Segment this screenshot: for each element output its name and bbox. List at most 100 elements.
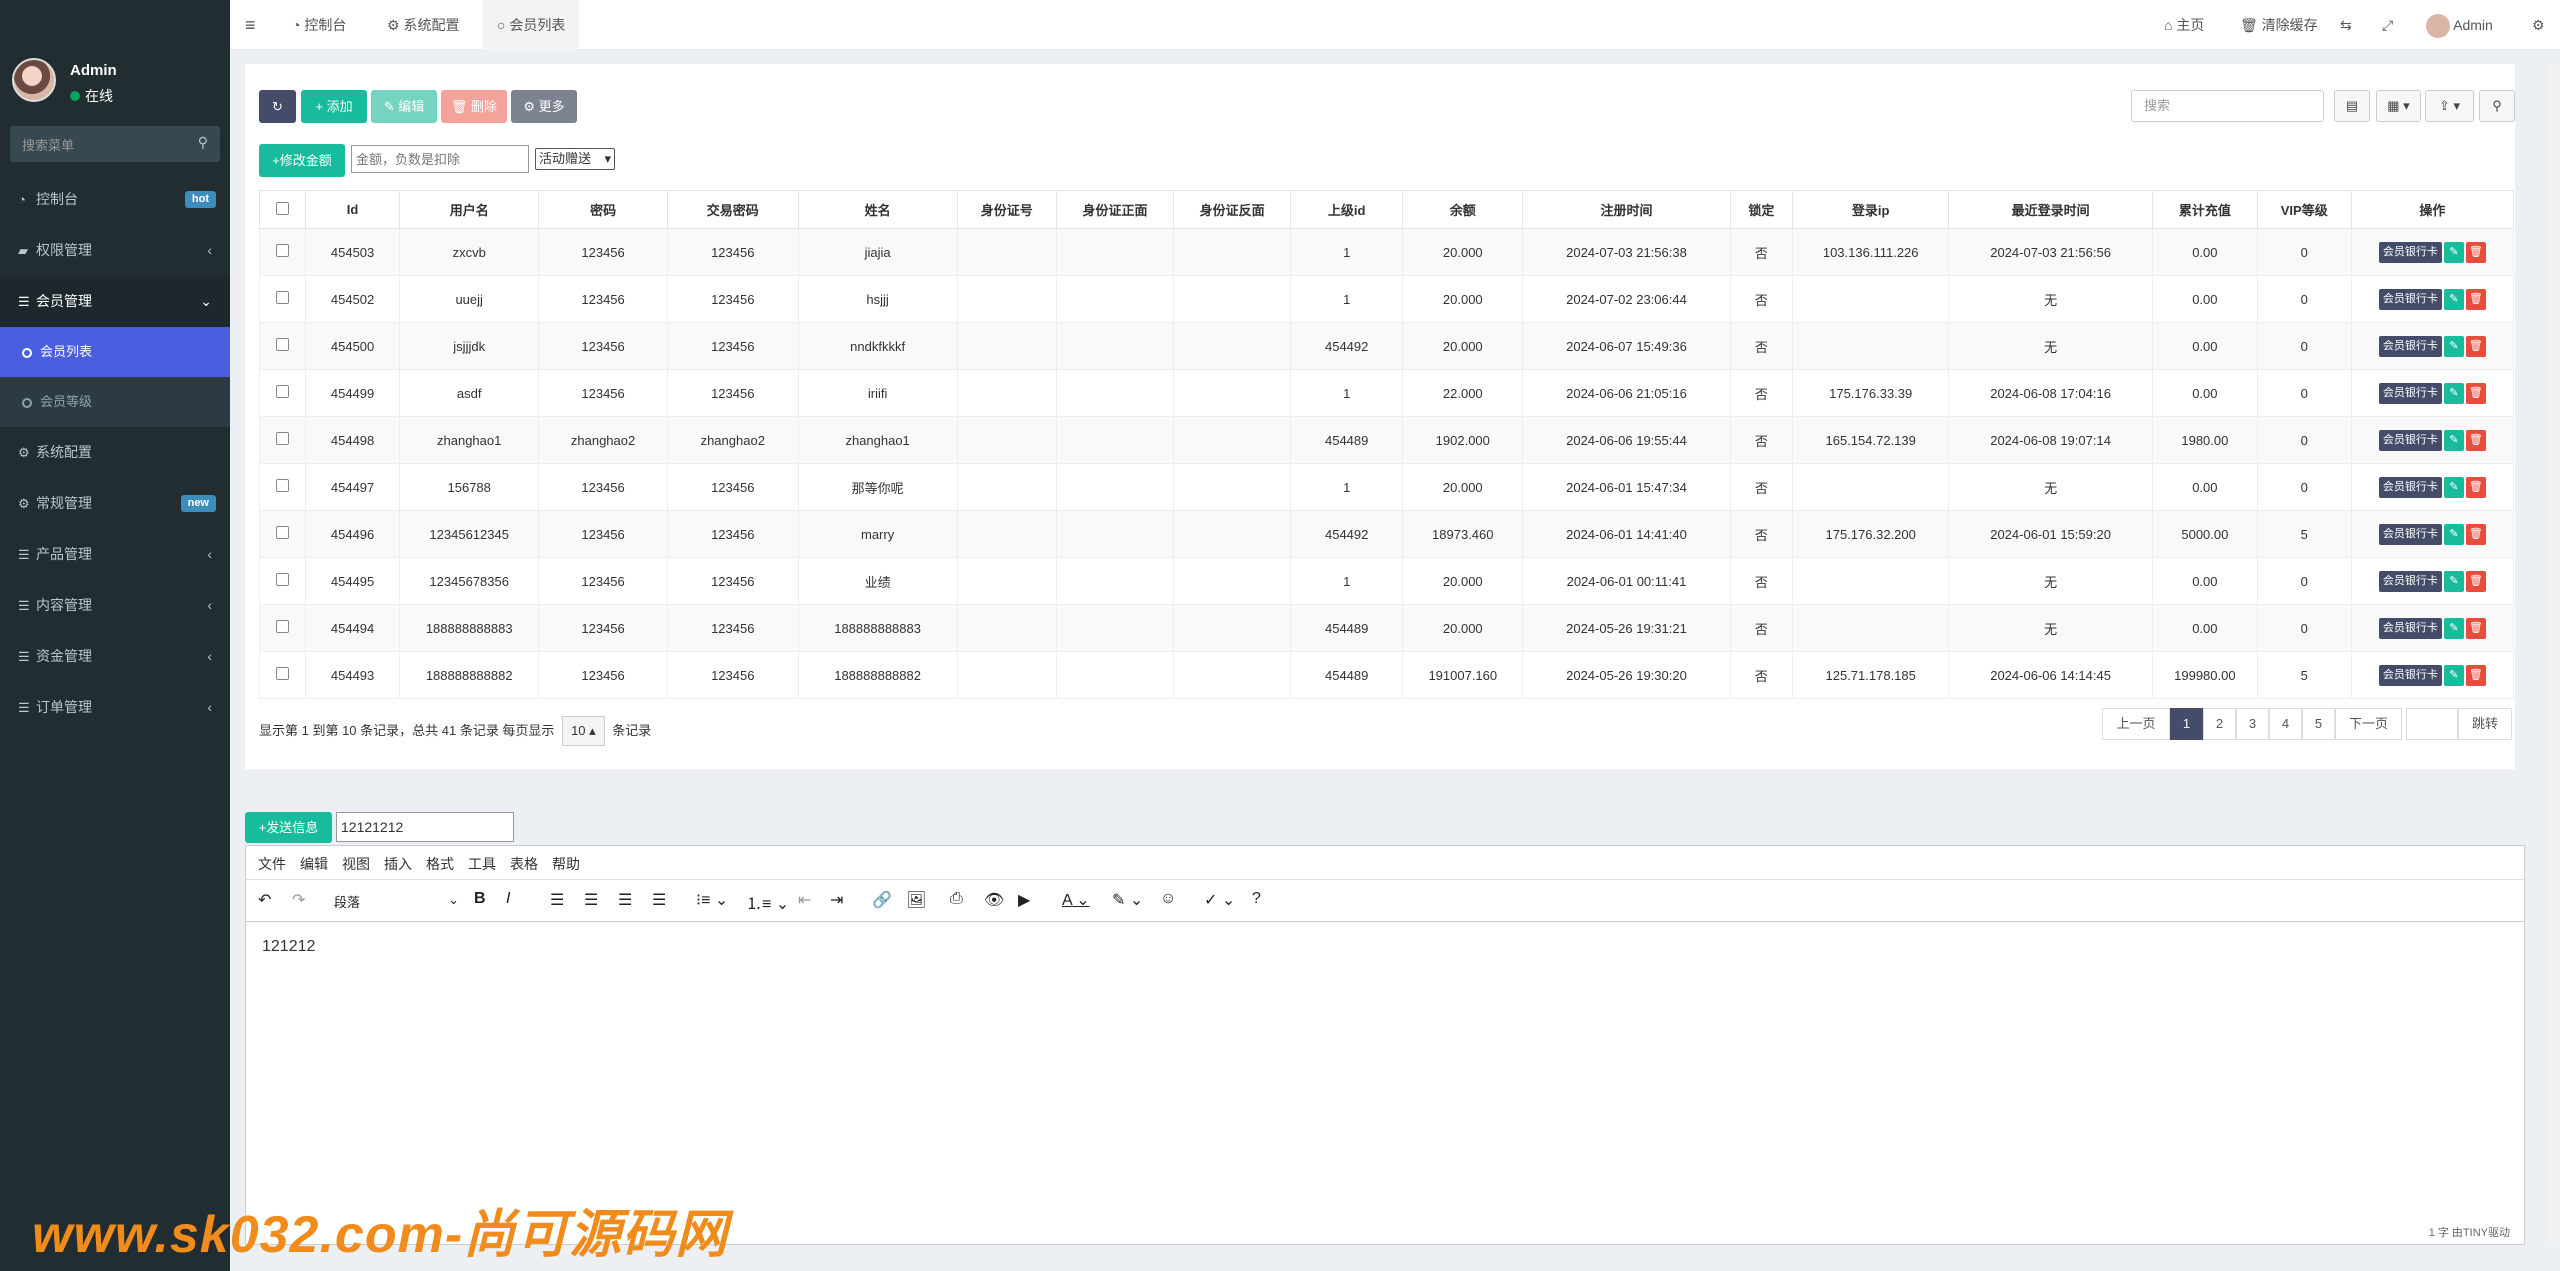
- bank-card-button[interactable]: 会员银行卡: [2378, 476, 2442, 498]
- delete-icon[interactable]: 🗑: [2465, 335, 2486, 357]
- image-icon[interactable]: 🖼: [906, 890, 926, 910]
- advanced-search-icon[interactable]: ⚲: [2479, 90, 2515, 122]
- jump-page-input[interactable]: [2406, 708, 2458, 740]
- sidebar-item-product[interactable]: ☰ 产品管理 ‹: [0, 529, 230, 580]
- search-icon[interactable]: ⚲: [198, 134, 208, 151]
- fullscreen-icon[interactable]: ⤢: [2382, 0, 2393, 50]
- sidebar-item-system-config[interactable]: ⚙ 系统配置: [0, 427, 230, 478]
- delete-icon[interactable]: 🗑: [2465, 664, 2486, 686]
- col-vip-level[interactable]: VIP等级: [2256, 190, 2352, 229]
- media-icon[interactable]: ▶: [1018, 890, 1030, 910]
- col-password[interactable]: 密码: [538, 190, 668, 229]
- col-id-number[interactable]: 身份证号: [956, 190, 1057, 229]
- format-select[interactable]: 段落 ⌄: [334, 892, 459, 911]
- menu-help[interactable]: 帮助: [552, 856, 580, 872]
- highlight-icon[interactable]: ✎ ⌄: [1112, 890, 1143, 910]
- col-parent-id[interactable]: 上级id: [1290, 190, 1404, 229]
- home-link[interactable]: ⌂ 主页: [2164, 0, 2204, 50]
- bank-card-button[interactable]: 会员银行卡: [2378, 523, 2442, 545]
- print-icon[interactable]: ⎙: [950, 890, 963, 908]
- edit-icon[interactable]: ✎: [2443, 664, 2464, 686]
- delete-icon[interactable]: 🗑: [2465, 288, 2486, 310]
- justify-icon[interactable]: ☰: [652, 890, 666, 910]
- numbered-list-icon[interactable]: ⒈≡ ⌄: [746, 890, 789, 914]
- text-color-icon[interactable]: A ⌄: [1062, 890, 1090, 910]
- col-locked[interactable]: 锁定: [1729, 190, 1794, 229]
- menu-tools[interactable]: 工具: [468, 856, 496, 872]
- language-icon[interactable]: ⇆: [2340, 0, 2352, 50]
- italic-icon[interactable]: I: [506, 890, 510, 908]
- page-5[interactable]: 5: [2302, 708, 2335, 740]
- editor-content[interactable]: 121212: [246, 922, 2524, 972]
- bank-card-button[interactable]: 会员银行卡: [2378, 335, 2442, 357]
- next-page-button[interactable]: 下一页: [2335, 708, 2402, 740]
- table-row[interactable]: 454502 uuejj 123456 123456 hsjjj 1 20.000 2024-…: [258, 275, 2515, 323]
- add-button[interactable]: + 添加: [301, 90, 367, 123]
- align-right-icon[interactable]: ☰: [618, 890, 632, 910]
- bank-card-button[interactable]: 会员银行卡: [2378, 617, 2442, 639]
- delete-icon[interactable]: 🗑: [2465, 382, 2486, 404]
- edit-icon[interactable]: ✎: [2443, 335, 2464, 357]
- align-center-icon[interactable]: ☰: [584, 890, 598, 910]
- bank-card-button[interactable]: 会员银行卡: [2378, 570, 2442, 592]
- bank-card-button[interactable]: 会员银行卡: [2378, 429, 2442, 451]
- sidebar-item-dashboard[interactable]: ◔ 控制台 hot: [0, 174, 230, 225]
- bank-card-button[interactable]: 会员银行卡: [2378, 382, 2442, 404]
- toggle-view-icon[interactable]: ▤: [2334, 90, 2370, 122]
- sidebar-item-member-level[interactable]: 会员等级: [0, 377, 230, 427]
- activity-select[interactable]: 活动赠送 ▾: [535, 148, 615, 170]
- menu-file[interactable]: 文件: [258, 856, 286, 872]
- bank-card-button[interactable]: 会员银行卡: [2378, 241, 2442, 263]
- table-row[interactable]: 454498 zhanghao1 zhanghao2 zhanghao2 zhangha…: [258, 416, 2515, 464]
- table-row[interactable]: 454495 12345678356 123456 123456 业绩 1 20.000 20…: [258, 557, 2515, 605]
- col-total-recharge[interactable]: 累计充值: [2152, 190, 2258, 229]
- page-2[interactable]: 2: [2203, 708, 2236, 740]
- spellcheck-icon[interactable]: ✓ ⌄: [1204, 890, 1235, 910]
- sidebar-item-general[interactable]: ⚙ 常规管理 new: [0, 478, 230, 529]
- prev-page-button[interactable]: 上一页: [2102, 708, 2170, 740]
- row-checkbox[interactable]: [258, 416, 307, 464]
- table-search-input[interactable]: 搜索: [2131, 90, 2324, 122]
- edit-button[interactable]: ✎ 编辑: [371, 90, 437, 123]
- undo-icon[interactable]: ↶: [258, 890, 271, 910]
- edit-icon[interactable]: ✎: [2443, 570, 2464, 592]
- table-row[interactable]: 454493 188888888882 123456 123456 1888888888…: [258, 651, 2515, 699]
- delete-icon[interactable]: 🗑: [2465, 617, 2486, 639]
- link-icon[interactable]: 🔗: [872, 890, 892, 910]
- bank-card-button[interactable]: 会员银行卡: [2378, 288, 2442, 310]
- delete-icon[interactable]: 🗑: [2465, 476, 2486, 498]
- col-last-login[interactable]: 最近登录时间: [1948, 190, 2154, 229]
- col-register-time[interactable]: 注册时间: [1522, 190, 1731, 229]
- edit-icon[interactable]: ✎: [2443, 617, 2464, 639]
- col-id-front[interactable]: 身份证正面: [1055, 190, 1175, 229]
- row-checkbox[interactable]: [258, 228, 307, 276]
- edit-icon[interactable]: ✎: [2443, 241, 2464, 263]
- col-balance[interactable]: 余额: [1402, 190, 1524, 229]
- scrollbar[interactable]: [2548, 64, 2558, 1244]
- help-icon[interactable]: ?: [1252, 890, 1261, 908]
- col-id[interactable]: Id: [305, 190, 401, 229]
- table-row[interactable]: 454500 jsjjjdk 123456 123456 nndkfkkkf 454492…: [258, 322, 2515, 370]
- sidebar-item-content[interactable]: ☰ 内容管理 ‹: [0, 580, 230, 631]
- edit-icon[interactable]: ✎: [2443, 288, 2464, 310]
- admin-menu[interactable]: Admin: [2426, 0, 2493, 50]
- more-button[interactable]: ⚙ 更多: [511, 90, 577, 123]
- tab-system-config[interactable]: ⚙ 系统配置: [387, 0, 459, 50]
- select-all-checkbox[interactable]: [258, 190, 307, 229]
- sidebar-search-input[interactable]: 搜索菜单 ⚲: [10, 126, 220, 162]
- export-icon[interactable]: ⇪ ▾: [2425, 90, 2474, 122]
- modify-amount-button[interactable]: +修改金额: [259, 144, 345, 177]
- sidebar-item-member-list[interactable]: 会员列表: [0, 327, 230, 377]
- refresh-button[interactable]: ↻: [259, 90, 296, 123]
- menu-table[interactable]: 表格: [510, 856, 538, 872]
- clear-cache-button[interactable]: 🗑 清除缓存: [2240, 0, 2318, 50]
- menu-format[interactable]: 格式: [426, 856, 454, 872]
- row-checkbox[interactable]: [258, 369, 307, 417]
- delete-icon[interactable]: 🗑: [2465, 523, 2486, 545]
- menu-view[interactable]: 视图: [342, 856, 370, 872]
- page-4[interactable]: 4: [2269, 708, 2302, 740]
- bullet-list-icon[interactable]: ⁝≡ ⌄: [696, 890, 728, 910]
- edit-icon[interactable]: ✎: [2443, 476, 2464, 498]
- table-row[interactable]: 454503 zxcvb 123456 123456 jiajia 1 20.000 2024…: [258, 228, 2515, 276]
- columns-icon[interactable]: ▦ ▾: [2376, 90, 2421, 122]
